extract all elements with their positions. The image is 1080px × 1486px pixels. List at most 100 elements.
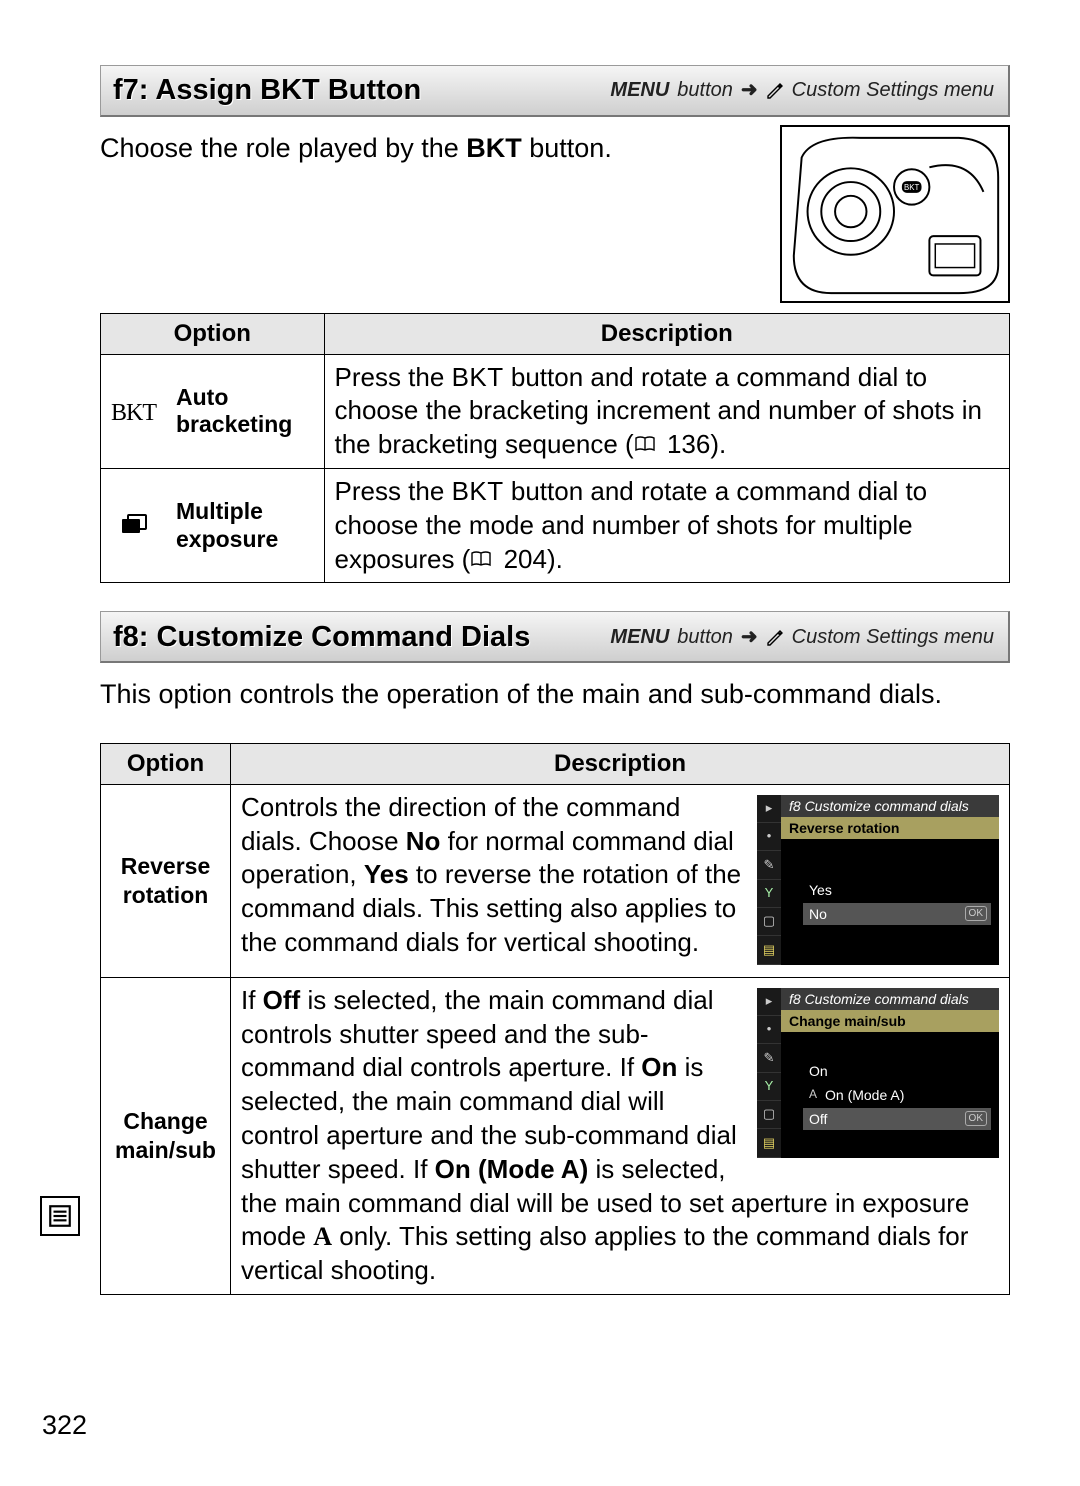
arrow-icon: ➜ — [741, 624, 758, 650]
screenshot-body: Yes No OK — [781, 839, 999, 965]
breadcrumb: MENU button ➜ Custom Settings menu — [610, 77, 994, 103]
screenshot-option-selected: Off OK — [803, 1108, 991, 1130]
desc-text: ). — [547, 544, 563, 574]
intro-bold: BKT — [466, 133, 522, 163]
bkt-glyph: BKT — [111, 400, 156, 426]
opt-pre: A — [809, 1087, 825, 1103]
desc-text: ). — [710, 429, 726, 459]
pencil-icon: ✎ — [757, 851, 781, 879]
section-title: f8: Customize Command Dials — [113, 618, 530, 656]
desc-text: Press the — [335, 362, 452, 392]
breadcrumb: MENU button ➜ Custom Settings menu — [610, 624, 994, 650]
opt-text: Yes — [809, 881, 832, 899]
option-label: Multiple exposure — [166, 469, 324, 583]
sidebar-icon: Y — [757, 880, 781, 908]
options-table-f8: Option Description Reverse rotation ▸ • … — [100, 743, 1010, 1295]
th-description: Description — [231, 744, 1010, 785]
option-label: Auto bracketing — [166, 354, 324, 468]
screenshot-body: On AOn (Mode A) Off OK — [781, 1032, 999, 1158]
table-row: Reverse rotation ▸ • ✎ Y ▢ ▤ f8 Customiz… — [101, 784, 1010, 977]
options-table-f7: Option Description BKT Auto bracketing P… — [100, 313, 1010, 583]
side-tab-icon — [40, 1196, 80, 1236]
page-ref: 136 — [634, 428, 711, 462]
breadcrumb-menu-name: Custom Settings menu — [792, 624, 994, 650]
screenshot-option: Yes — [803, 879, 991, 901]
screenshot-header: f8 Customize command dials — [781, 988, 999, 1010]
mode-a-glyph: A — [313, 1222, 332, 1251]
camera-illustration: BKT — [780, 125, 1010, 303]
desc-bkt: BKT — [452, 362, 504, 392]
sidebar-icon: ▸ — [757, 795, 781, 823]
svg-text:BKT: BKT — [904, 183, 919, 192]
multiple-exposure-icon — [120, 511, 148, 541]
page-number-ref: 204 — [504, 543, 547, 577]
opt-text: Off — [809, 1110, 827, 1128]
screenshot-option: AOn (Mode A) — [803, 1084, 991, 1106]
option-icon-bkt: BKT — [101, 354, 167, 468]
option-description: ▸ • ✎ Y ▢ ▤ f8 Customize command dials C… — [231, 977, 1010, 1294]
breadcrumb-menu-name: Custom Settings menu — [792, 77, 994, 103]
desc-bkt: BKT — [452, 476, 504, 506]
breadcrumb-menu-label: MENU — [610, 624, 669, 650]
desc-text: Press the — [335, 476, 452, 506]
breadcrumb-menu-label: MENU — [610, 77, 669, 103]
screenshot-option-selected: No OK — [803, 903, 991, 925]
sidebar-icon: ▤ — [757, 1129, 781, 1157]
sidebar-icon: ▤ — [757, 936, 781, 964]
option-label: Change main/sub — [101, 977, 231, 1294]
screenshot-subheader: Change main/sub — [781, 1010, 999, 1032]
pencil-icon — [766, 628, 784, 646]
desc-bold: Yes — [364, 859, 409, 889]
desc-bold: Off — [263, 985, 301, 1015]
section-heading-f8: f8: Customize Command Dials MENU button … — [100, 611, 1010, 663]
option-icon-multiple — [101, 469, 167, 583]
intro-text-f8: This option controls the operation of th… — [100, 677, 1010, 713]
pencil-icon: ✎ — [757, 1044, 781, 1072]
sidebar-icon: • — [757, 823, 781, 851]
opt-text: On — [809, 1062, 828, 1080]
th-description: Description — [324, 314, 1010, 355]
th-option: Option — [101, 744, 231, 785]
ok-badge: OK — [965, 1111, 987, 1126]
intro-pre: Choose the role played by the — [100, 133, 466, 163]
book-icon — [634, 428, 656, 462]
sidebar-icon: Y — [757, 1073, 781, 1101]
page-number-ref: 136 — [667, 428, 710, 462]
breadcrumb-button-word: button — [677, 624, 733, 650]
intro-post: button. — [522, 133, 612, 163]
breadcrumb-button-word: button — [677, 77, 733, 103]
desc-bold: On (Mode A) — [435, 1154, 589, 1184]
menu-screenshot-reverse: ▸ • ✎ Y ▢ ▤ f8 Customize command dials R… — [757, 795, 999, 965]
option-label: Reverse rotation — [101, 784, 231, 977]
screenshot-sidebar: ▸ • ✎ Y ▢ ▤ — [757, 795, 781, 965]
table-row: Change main/sub ▸ • ✎ Y ▢ ▤ f8 Customize… — [101, 977, 1010, 1294]
th-option: Option — [101, 314, 325, 355]
page-ref: 204 — [470, 543, 547, 577]
desc-text: only. This setting also applies to the c… — [241, 1221, 968, 1285]
sidebar-icon: ▸ — [757, 988, 781, 1016]
desc-bold: On — [641, 1052, 677, 1082]
opt-text: No — [809, 905, 827, 923]
screenshot-sidebar: ▸ • ✎ Y ▢ ▤ — [757, 988, 781, 1158]
table-row: Multiple exposure Press the BKT button a… — [101, 469, 1010, 583]
arrow-icon: ➜ — [741, 77, 758, 103]
option-description: Press the BKT button and rotate a comman… — [324, 354, 1010, 468]
sidebar-icon: • — [757, 1016, 781, 1044]
section-title: f7: Assign BKT Button — [113, 71, 421, 109]
screenshot-option: On — [803, 1060, 991, 1082]
desc-bold: No — [406, 826, 441, 856]
pencil-icon — [766, 81, 784, 99]
desc-text: If — [241, 985, 263, 1015]
screenshot-header: f8 Customize command dials — [781, 795, 999, 817]
menu-screenshot-change: ▸ • ✎ Y ▢ ▤ f8 Customize command dials C… — [757, 988, 999, 1158]
opt-text: On (Mode A) — [825, 1086, 904, 1104]
page-number: 322 — [42, 1408, 87, 1444]
table-row: BKT Auto bracketing Press the BKT button… — [101, 354, 1010, 468]
section-heading-f7: f7: Assign BKT Button MENU button ➜ Cust… — [100, 65, 1010, 117]
option-description: ▸ • ✎ Y ▢ ▤ f8 Customize command dials R… — [231, 784, 1010, 977]
screenshot-subheader: Reverse rotation — [781, 817, 999, 839]
sidebar-icon: ▢ — [757, 1101, 781, 1129]
ok-badge: OK — [965, 906, 987, 921]
option-description: Press the BKT button and rotate a comman… — [324, 469, 1010, 583]
book-icon — [470, 543, 492, 577]
